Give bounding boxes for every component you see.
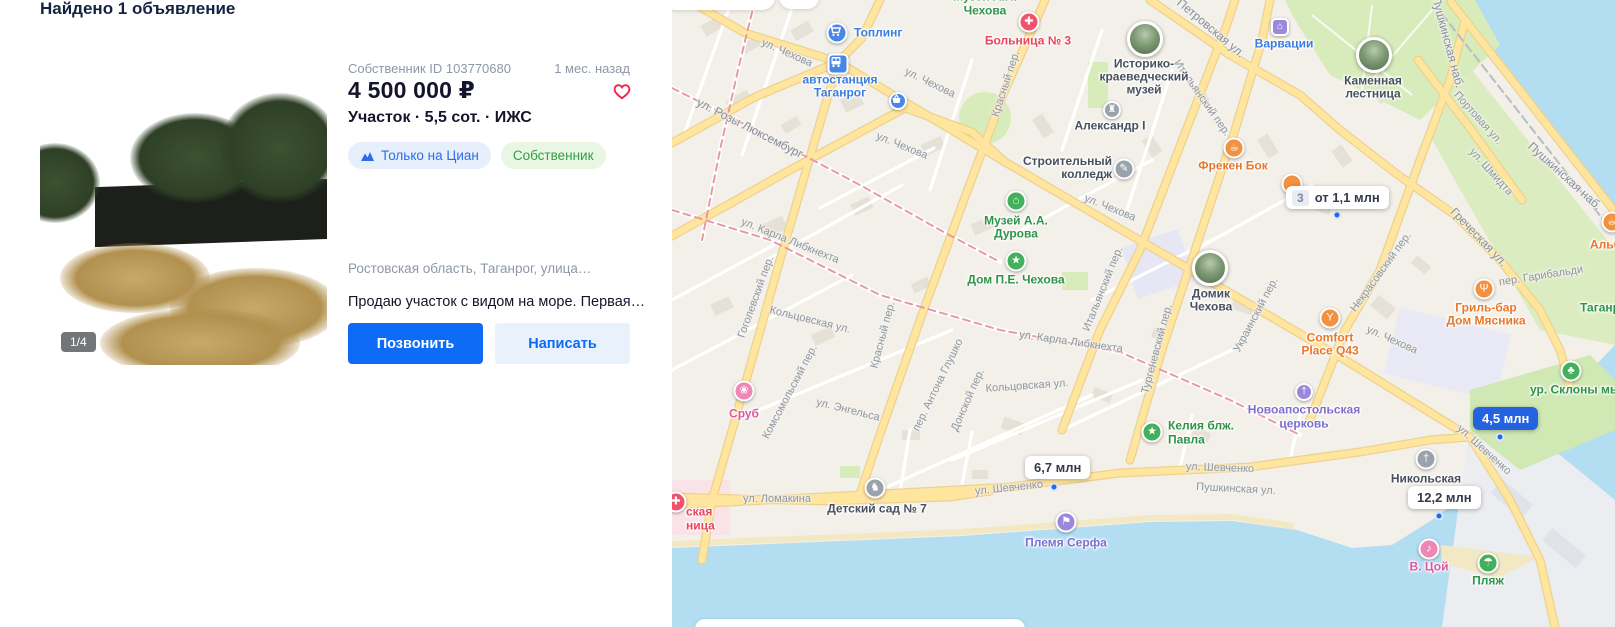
beach-icon: ☂ bbox=[1477, 552, 1499, 574]
favorite-heart-icon[interactable] bbox=[613, 83, 631, 100]
cian-logo-icon bbox=[361, 151, 374, 161]
poi-label-hospital-fragment: ница bbox=[686, 518, 715, 533]
price-marker[interactable]: 12,2 млн bbox=[1408, 486, 1481, 509]
poi-label-bus-station: Таганрог bbox=[813, 85, 867, 100]
listing-age: 1 мес. назад bbox=[554, 61, 630, 76]
poi-label-chekhov-domik: Чехова bbox=[1189, 299, 1233, 314]
college-icon: ✎ bbox=[1113, 158, 1135, 180]
poi-label-new-apostolic: церковь bbox=[1279, 416, 1329, 431]
poi-label-freken-bok: Фрекен Бок bbox=[1198, 158, 1268, 173]
bar-icon: Y bbox=[1319, 307, 1341, 329]
poi-label-hospital-fragment: ская bbox=[686, 504, 713, 519]
cafe-icon: ☕ bbox=[1223, 137, 1245, 159]
poi-label-keliya: Павла bbox=[1168, 432, 1205, 447]
poi-label-tsoi: В. Цой bbox=[1409, 559, 1449, 574]
nature-tree-icon: ♣ bbox=[1560, 360, 1582, 382]
history-museum-photo-icon bbox=[1127, 21, 1163, 57]
poi-label-chekhov-museum: Чехова bbox=[963, 3, 1007, 18]
street-label: ул. Шевченко bbox=[1185, 460, 1255, 476]
poi-label-kindergarten: Детский сад № 7 bbox=[827, 501, 927, 516]
flower-shop-icon: ❀ bbox=[733, 380, 755, 402]
poi-label-hospital3: Больница № 3 bbox=[984, 33, 1072, 48]
badge-only-on-cian: Только на Циан bbox=[348, 142, 491, 169]
poi-label-srub: Сруб bbox=[729, 406, 759, 421]
poi-label-nikolskaya: Никольская bbox=[1390, 471, 1462, 486]
price-marker[interactable]: 6,7 млн bbox=[1025, 456, 1091, 479]
poi-label-college: Строительный колледж bbox=[1022, 154, 1112, 181]
poi-label-surf-tribe: Племя Серфа bbox=[1025, 535, 1107, 550]
price-marker-selected[interactable]: 4,5 млн bbox=[1473, 407, 1539, 430]
church-icon: † bbox=[1295, 383, 1313, 401]
shop-basket-icon bbox=[889, 92, 907, 110]
hospital-cross-icon: ✚ bbox=[1018, 11, 1040, 33]
map-canvas[interactable]: ул. Чехова ул. Чехова ул. Чехова ул. Роз… bbox=[672, 0, 1615, 627]
poi-label-taganrog-clipped: Таганр bbox=[1580, 300, 1615, 315]
stone-stairs-photo-icon bbox=[1356, 37, 1392, 73]
price: 4 500 000 ₽ bbox=[348, 77, 475, 103]
restaurant-icon: Ψ bbox=[1473, 278, 1495, 300]
price-marker-group[interactable]: 3 от 1,1 млн bbox=[1286, 186, 1389, 209]
poi-label-keliya: Келия блж. bbox=[1168, 418, 1234, 433]
poi-label-albatros-clipped: Альб bbox=[1590, 237, 1615, 252]
star-sight-icon: ★ bbox=[1005, 250, 1027, 272]
listing-location: Ростовская область, Таганрог, улица… bbox=[348, 261, 592, 276]
street-label: ул. Ломакина bbox=[743, 493, 811, 505]
results-count-header: Найдено 1 объявление bbox=[40, 0, 236, 18]
cafe-icon-clipped: ☕ bbox=[1601, 211, 1615, 233]
poi-label-grill-bar: Дом Мясника bbox=[1446, 313, 1526, 328]
write-button[interactable]: Написать bbox=[495, 323, 630, 364]
listing-dot[interactable] bbox=[1495, 432, 1505, 442]
marker-count-badge: 3 bbox=[1292, 189, 1309, 206]
listing-photo[interactable]: 1/4 bbox=[40, 53, 327, 365]
poi-label-slopes: ур. Склоны мыса bbox=[1530, 382, 1615, 397]
poi-label-history-museum: музей bbox=[1126, 82, 1162, 97]
map-control-bottom[interactable] bbox=[695, 619, 1025, 627]
poi-label-chekhov-house: Дом П.Е. Чехова bbox=[967, 272, 1065, 287]
poi-label-varvatsi: Варвации bbox=[1254, 36, 1314, 51]
badge-owner: Собственник bbox=[500, 142, 606, 169]
listing-title[interactable]: Участок · 5,5 сот. · ИЖС bbox=[348, 109, 532, 127]
poi-label-comfort-place: Place Q43 bbox=[1301, 343, 1359, 358]
photo-tree bbox=[40, 143, 100, 223]
poi-label-new-apostolic: Новоапостольская bbox=[1247, 402, 1361, 417]
monument-icon: ♜ bbox=[1103, 101, 1121, 119]
poi-label-toplink: Топлинг bbox=[854, 25, 903, 40]
listing-dot[interactable] bbox=[1049, 482, 1059, 492]
kindergarten-icon: ♞ bbox=[864, 477, 886, 499]
call-button[interactable]: Позвонить bbox=[348, 323, 483, 364]
owner-id-meta: Собственник ID 103770680 bbox=[348, 61, 511, 76]
supermarket-cart-icon bbox=[826, 22, 848, 44]
page: Найдено 1 объявление 1/4 Собственник ID … bbox=[0, 0, 1615, 627]
poi-label-stone-stairs: лестница bbox=[1345, 86, 1401, 101]
surf-club-icon: ⚑ bbox=[1055, 511, 1077, 533]
music-bar-icon: ♪ bbox=[1418, 538, 1440, 560]
poi-label-alexander: Александр I bbox=[1074, 118, 1146, 133]
poi-label-durov-museum: Дурова bbox=[994, 226, 1038, 241]
chekhov-domik-photo-icon bbox=[1192, 250, 1228, 286]
listing-description: Продаю участок с видом на море. Первая… bbox=[348, 294, 646, 310]
museum-icon: ⌂ bbox=[1005, 190, 1027, 212]
bus-station-icon bbox=[827, 53, 849, 75]
listing-dot[interactable] bbox=[1434, 511, 1444, 521]
poi-label-beach: Пляж bbox=[1472, 573, 1504, 588]
hotel-icon: ⌂ bbox=[1271, 18, 1289, 36]
star-sight-icon: ★ bbox=[1141, 421, 1163, 443]
map-control-top-left[interactable] bbox=[672, 0, 775, 10]
listing-dot[interactable] bbox=[1332, 210, 1342, 220]
church-cross-icon: † bbox=[1415, 448, 1437, 470]
photo-counter: 1/4 bbox=[61, 332, 96, 352]
